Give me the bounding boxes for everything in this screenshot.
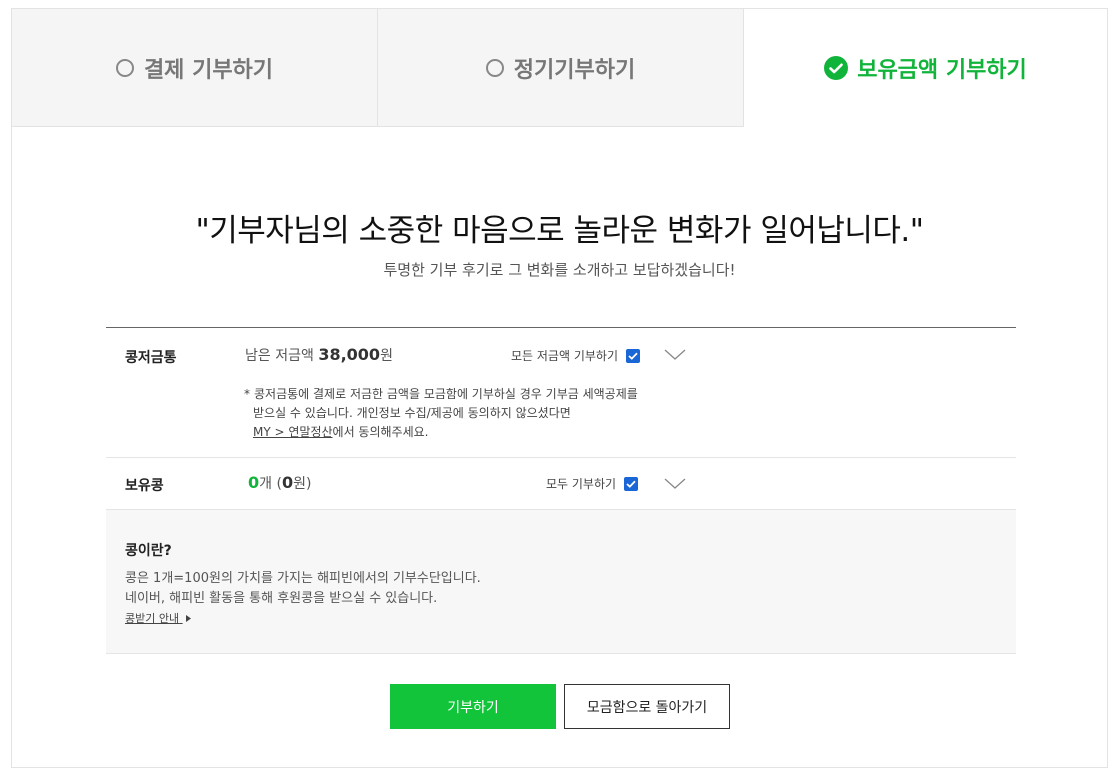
beans-row: 보유콩 0개 (0원) 모두 기부하기 bbox=[106, 458, 1016, 510]
tab-balance-donation[interactable]: 보유금액 기부하기 bbox=[743, 9, 1107, 127]
donate-all-beans: 모두 기부하기 bbox=[546, 475, 639, 492]
donate-all-beans-label: 모두 기부하기 bbox=[546, 477, 617, 491]
donate-button[interactable]: 기부하기 bbox=[390, 684, 556, 729]
donate-all-savings-checkbox[interactable] bbox=[626, 348, 640, 363]
note-asterisk: * bbox=[244, 387, 250, 401]
chevron-down-icon[interactable] bbox=[664, 478, 686, 490]
piggy-bank-amount: 남은 저금액 38,000원 bbox=[245, 345, 393, 365]
beans-won-value: 0 bbox=[281, 473, 294, 492]
tax-deduction-note: * 콩저금통에 결제로 저금한 금액을 모금함에 기부하실 경우 기부금 세액공제… bbox=[244, 385, 638, 442]
beans-won-unit: 원) bbox=[293, 476, 312, 492]
year-end-settlement-link[interactable]: MY > 연말정산 bbox=[253, 425, 333, 439]
bean-guide-link[interactable]: 콩받기 안내 bbox=[125, 610, 191, 626]
page-subline: 투명한 기부 후기로 그 변화를 소개하고 보답하겠습니다! bbox=[383, 261, 736, 279]
bean-info-title: 콩이란? bbox=[125, 543, 172, 559]
triangle-right-icon bbox=[185, 615, 191, 622]
beans-amount: 0개 (0원) bbox=[248, 473, 311, 493]
radio-empty-icon bbox=[485, 58, 504, 77]
donation-type-tabs: 결제 기부하기 정기기부하기 보유금액 기부하기 bbox=[12, 9, 1107, 127]
piggy-bank-row: 콩저금통 남은 저금액 38,000원 모든 저금액 기부하기 * 콩저금통에 결… bbox=[106, 328, 1016, 458]
bean-info-box: 콩이란? 콩은 1개=100원의 가치를 가지는 해피빈에서의 기부수단입니다.… bbox=[106, 510, 1016, 654]
donate-all-savings: 모든 저금액 기부하기 bbox=[511, 347, 640, 364]
donate-all-beans-checkbox[interactable] bbox=[624, 476, 639, 491]
page-headline: "기부자님의 소중한 마음으로 놀라운 변화가 일어납니다." bbox=[195, 213, 924, 249]
donation-panel: 결제 기부하기 정기기부하기 보유금액 기부하기 "기부자님의 소중한 마음으로… bbox=[11, 8, 1108, 768]
note-line-1: 콩저금통에 결제로 저금한 금액을 모금함에 기부하실 경우 기부금 세액공제를 bbox=[254, 387, 638, 401]
chevron-down-icon[interactable] bbox=[664, 349, 686, 361]
bean-guide-link-label: 콩받기 안내 bbox=[125, 612, 180, 625]
balance-section: 콩저금통 남은 저금액 38,000원 모든 저금액 기부하기 * 콩저금통에 결… bbox=[106, 327, 1016, 654]
beans-count: 0 bbox=[248, 473, 260, 492]
note-line-2: 받으실 수 있습니다. 개인정보 수집/제공에 동의하지 않으셨다면 bbox=[253, 406, 571, 420]
tab-payment-donation[interactable]: 결제 기부하기 bbox=[12, 9, 377, 127]
tab-label: 정기기부하기 bbox=[513, 57, 636, 83]
radio-empty-icon bbox=[115, 58, 134, 77]
tab-regular-donation[interactable]: 정기기부하기 bbox=[377, 9, 743, 127]
note-line-3-suffix: 에서 동의해주세요. bbox=[332, 425, 429, 439]
amount-unit: 원 bbox=[380, 348, 393, 364]
piggy-bank-label: 콩저금통 bbox=[125, 350, 177, 366]
beans-label: 보유콩 bbox=[125, 478, 164, 494]
donate-all-savings-label: 모든 저금액 기부하기 bbox=[511, 349, 618, 363]
back-to-fundraiser-button[interactable]: 모금함으로 돌아가기 bbox=[564, 684, 730, 729]
bean-info-line-2: 네이버, 해피빈 활동을 통해 후원콩을 받으실 수 있습니다. bbox=[125, 591, 438, 606]
tab-label: 보유금액 기부하기 bbox=[857, 58, 1027, 83]
tab-label: 결제 기부하기 bbox=[143, 57, 274, 83]
note-line-3: MY > 연말정산에서 동의해주세요. bbox=[244, 423, 638, 442]
amount-prefix: 남은 저금액 bbox=[245, 348, 314, 364]
beans-count-unit: 개 bbox=[259, 476, 273, 492]
check-circle-icon bbox=[824, 56, 849, 80]
amount-value: 38,000 bbox=[318, 345, 381, 364]
bean-info-line-1: 콩은 1개=100원의 가치를 가지는 해피빈에서의 기부수단입니다. bbox=[125, 571, 481, 586]
